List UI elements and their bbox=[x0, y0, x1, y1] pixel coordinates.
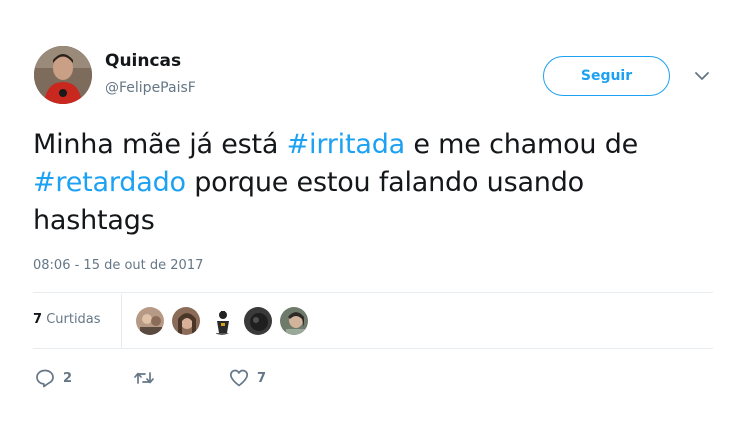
heart-icon bbox=[229, 369, 249, 387]
reply-icon bbox=[36, 369, 54, 388]
tweet-card: Quincas @FelipePaisF Seguir Minha mãe já… bbox=[0, 0, 731, 430]
follow-button[interactable]: Seguir bbox=[543, 56, 670, 96]
hashtag-link[interactable]: #irritada bbox=[287, 129, 406, 160]
hashtag-link[interactable]: #retardado bbox=[33, 167, 186, 198]
tweet-timestamp[interactable]: 08:06 - 15 de out de 2017 bbox=[33, 258, 203, 273]
divider bbox=[33, 348, 713, 349]
likes-stat[interactable]: 7 Curtidas bbox=[33, 312, 101, 327]
stats-separator bbox=[121, 294, 122, 348]
liker-avatar-5[interactable] bbox=[279, 306, 309, 336]
retweet-button[interactable] bbox=[133, 366, 163, 390]
author-avatar[interactable] bbox=[34, 46, 92, 104]
tweet-text-segment: Minha mãe já está bbox=[33, 129, 287, 160]
liker-avatar-1[interactable] bbox=[135, 306, 165, 336]
like-button[interactable]: 7 bbox=[229, 366, 266, 390]
liker-avatar-2[interactable] bbox=[171, 306, 201, 336]
retweet-icon bbox=[134, 372, 154, 384]
chevron-down-icon[interactable] bbox=[694, 70, 710, 82]
liker-avatar-3[interactable] bbox=[207, 306, 237, 336]
tweet-text-segment: e me chamou de bbox=[405, 129, 639, 160]
likes-label: Curtidas bbox=[46, 312, 101, 327]
divider bbox=[33, 292, 713, 293]
like-count: 7 bbox=[257, 370, 267, 386]
author-name[interactable]: Quincas bbox=[105, 51, 181, 71]
reply-count: 2 bbox=[63, 370, 73, 386]
author-handle[interactable]: @FelipePaisF bbox=[105, 80, 196, 96]
likes-count: 7 bbox=[33, 312, 43, 327]
reply-button[interactable]: 2 bbox=[35, 366, 72, 390]
tweet-text: Minha mãe já está #irritada e me chamou … bbox=[33, 126, 708, 240]
liker-avatar-4[interactable] bbox=[243, 306, 273, 336]
